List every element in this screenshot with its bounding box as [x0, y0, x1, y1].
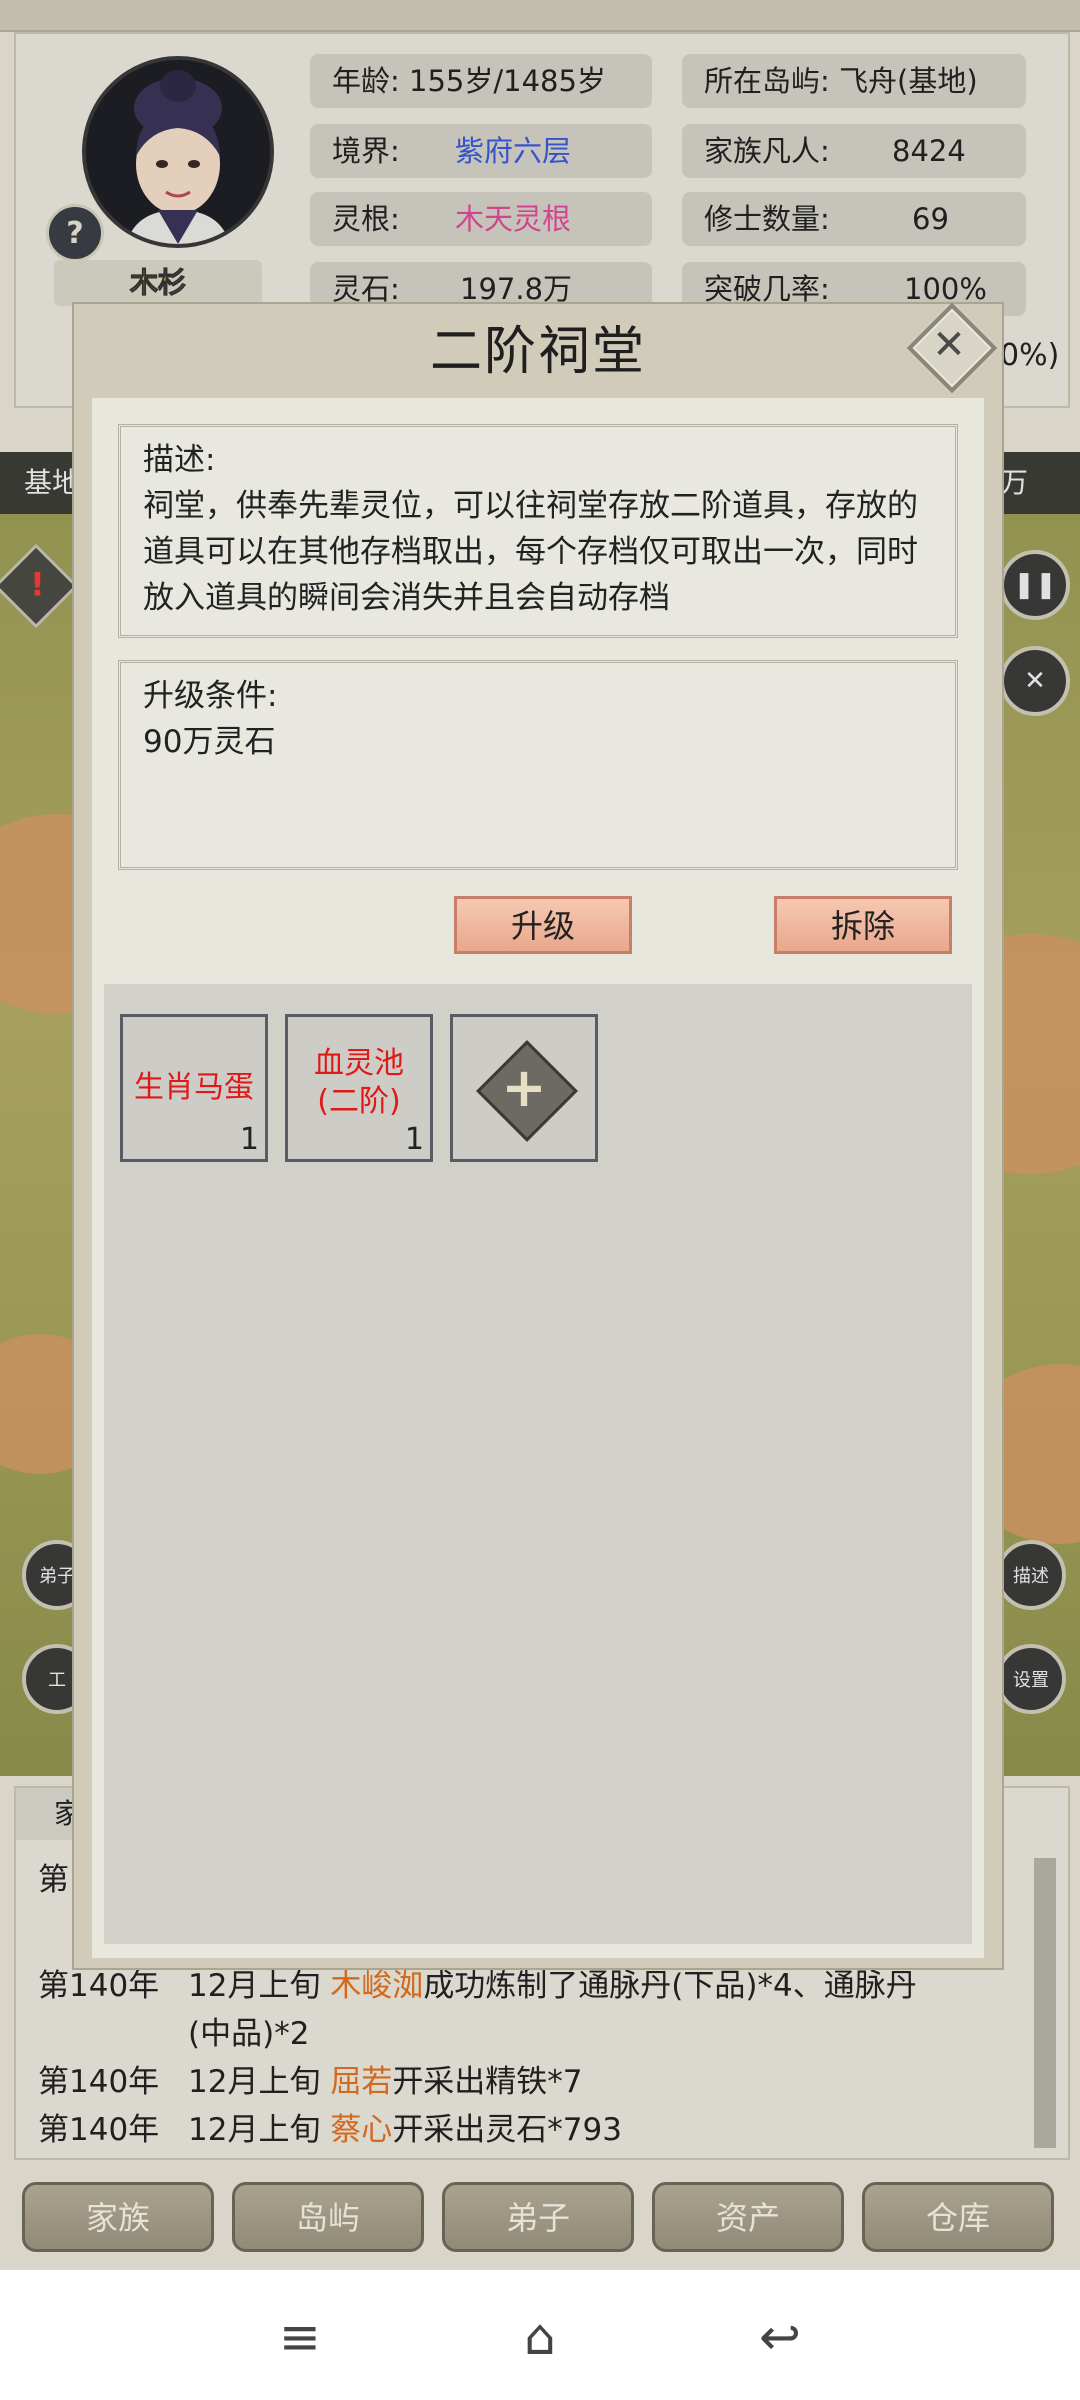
dialog-body: 描述: 祠堂，供奉先辈灵位，可以往祠堂存放二阶道具，存放的道具可以在其他存档取出…: [92, 398, 984, 1958]
description-box: 描述: 祠堂，供奉先辈灵位，可以往祠堂存放二阶道具，存放的道具可以在其他存档取出…: [118, 424, 958, 638]
add-item-slot[interactable]: +: [450, 1014, 598, 1162]
item-quantity: 1: [239, 1122, 259, 1157]
upgrade-cost: 90万灵石: [143, 724, 276, 760]
description-title: 描述:: [143, 442, 216, 478]
item-name: 生肖马蛋: [134, 1070, 254, 1105]
add-icon: +: [501, 1056, 547, 1119]
item-quantity: 1: [404, 1122, 424, 1157]
stored-items-grid: 生肖马蛋 1 血灵池(二阶) 1 +: [104, 984, 972, 1944]
demolish-button[interactable]: 拆除: [774, 896, 952, 954]
upgrade-condition-box: 升级条件: 90万灵石: [118, 660, 958, 870]
item-name: 血灵池(二阶): [314, 1046, 404, 1119]
upgrade-button[interactable]: 升级: [454, 896, 632, 954]
shrine-dialog: 二阶祠堂 ✕ 描述: 祠堂，供奉先辈灵位，可以往祠堂存放二阶道具，存放的道具可以…: [72, 302, 1004, 1970]
item-slot[interactable]: 血灵池(二阶) 1: [285, 1014, 433, 1162]
back-icon[interactable]: ↩: [750, 2310, 810, 2364]
item-slot[interactable]: 生肖马蛋 1: [120, 1014, 268, 1162]
description-text: 祠堂，供奉先辈灵位，可以往祠堂存放二阶道具，存放的道具可以在其他存档取出，每个存…: [143, 488, 918, 616]
close-button[interactable]: ✕: [906, 302, 998, 394]
home-icon[interactable]: ⌂: [510, 2310, 570, 2364]
upgrade-title: 升级条件:: [143, 678, 278, 714]
system-nav-bar: ≡ ⌂ ↩: [0, 2270, 1080, 2400]
close-icon: ✕: [932, 322, 966, 368]
menu-icon[interactable]: ≡: [270, 2310, 330, 2364]
dialog-title: 二阶祠堂: [429, 322, 646, 382]
